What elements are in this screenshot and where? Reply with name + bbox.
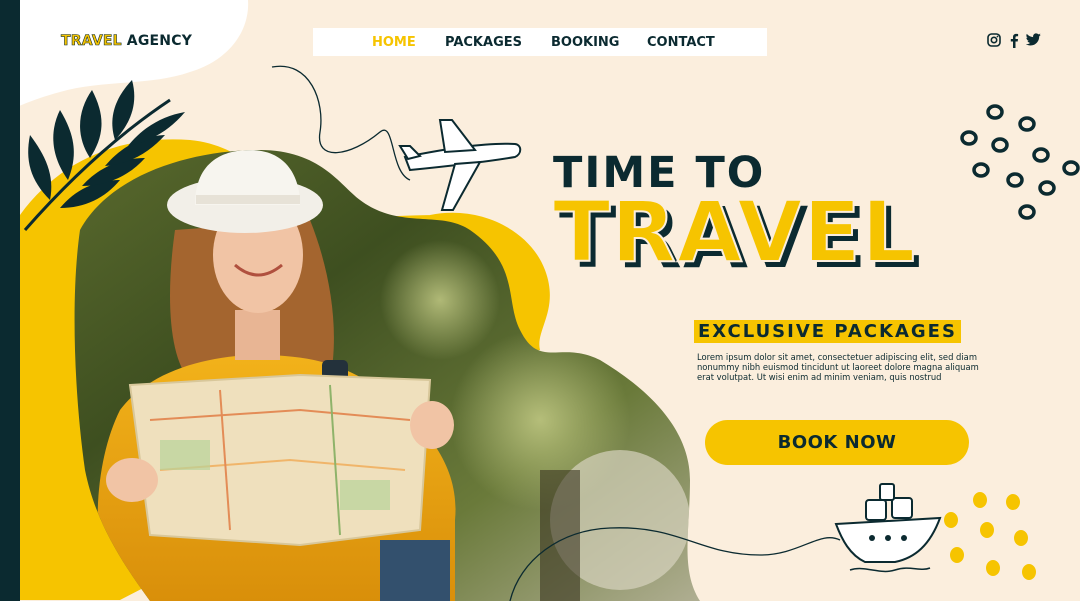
hero-title-line2: TRAVEL <box>552 183 917 281</box>
brand-logo-part1: TRAVEL <box>61 33 122 50</box>
book-now-button[interactable]: BOOK NOW <box>705 420 969 465</box>
hero-subtitle: EXCLUSIVE PACKAGES <box>694 320 961 343</box>
nav-home[interactable]: HOME <box>372 35 416 50</box>
brand-logo[interactable]: TRAVEL AGENCY <box>61 33 193 50</box>
decorative-rings <box>960 104 1080 220</box>
airplane-icon <box>271 65 522 211</box>
main-nav: HOME PACKAGES BOOKING CONTACT <box>313 28 767 56</box>
brand-logo-part2: AGENCY <box>121 33 193 49</box>
nav-booking[interactable]: BOOKING <box>551 35 619 50</box>
nav-contact[interactable]: CONTACT <box>647 35 715 50</box>
landing-page: TRAVEL AGENCY HOME PACKAGES BOOKING CONT… <box>0 0 1080 601</box>
instagram-icon[interactable] <box>987 33 1001 47</box>
nav-packages[interactable]: PACKAGES <box>445 35 522 50</box>
twitter-icon[interactable] <box>1026 33 1041 46</box>
facebook-icon[interactable] <box>1009 33 1019 48</box>
ship-icon <box>509 483 942 601</box>
palm-leaf-icon <box>23 80 185 231</box>
hero-description: Lorem ipsum dolor sit amet, consectetuer… <box>697 352 979 382</box>
left-edge-bar <box>0 0 20 601</box>
